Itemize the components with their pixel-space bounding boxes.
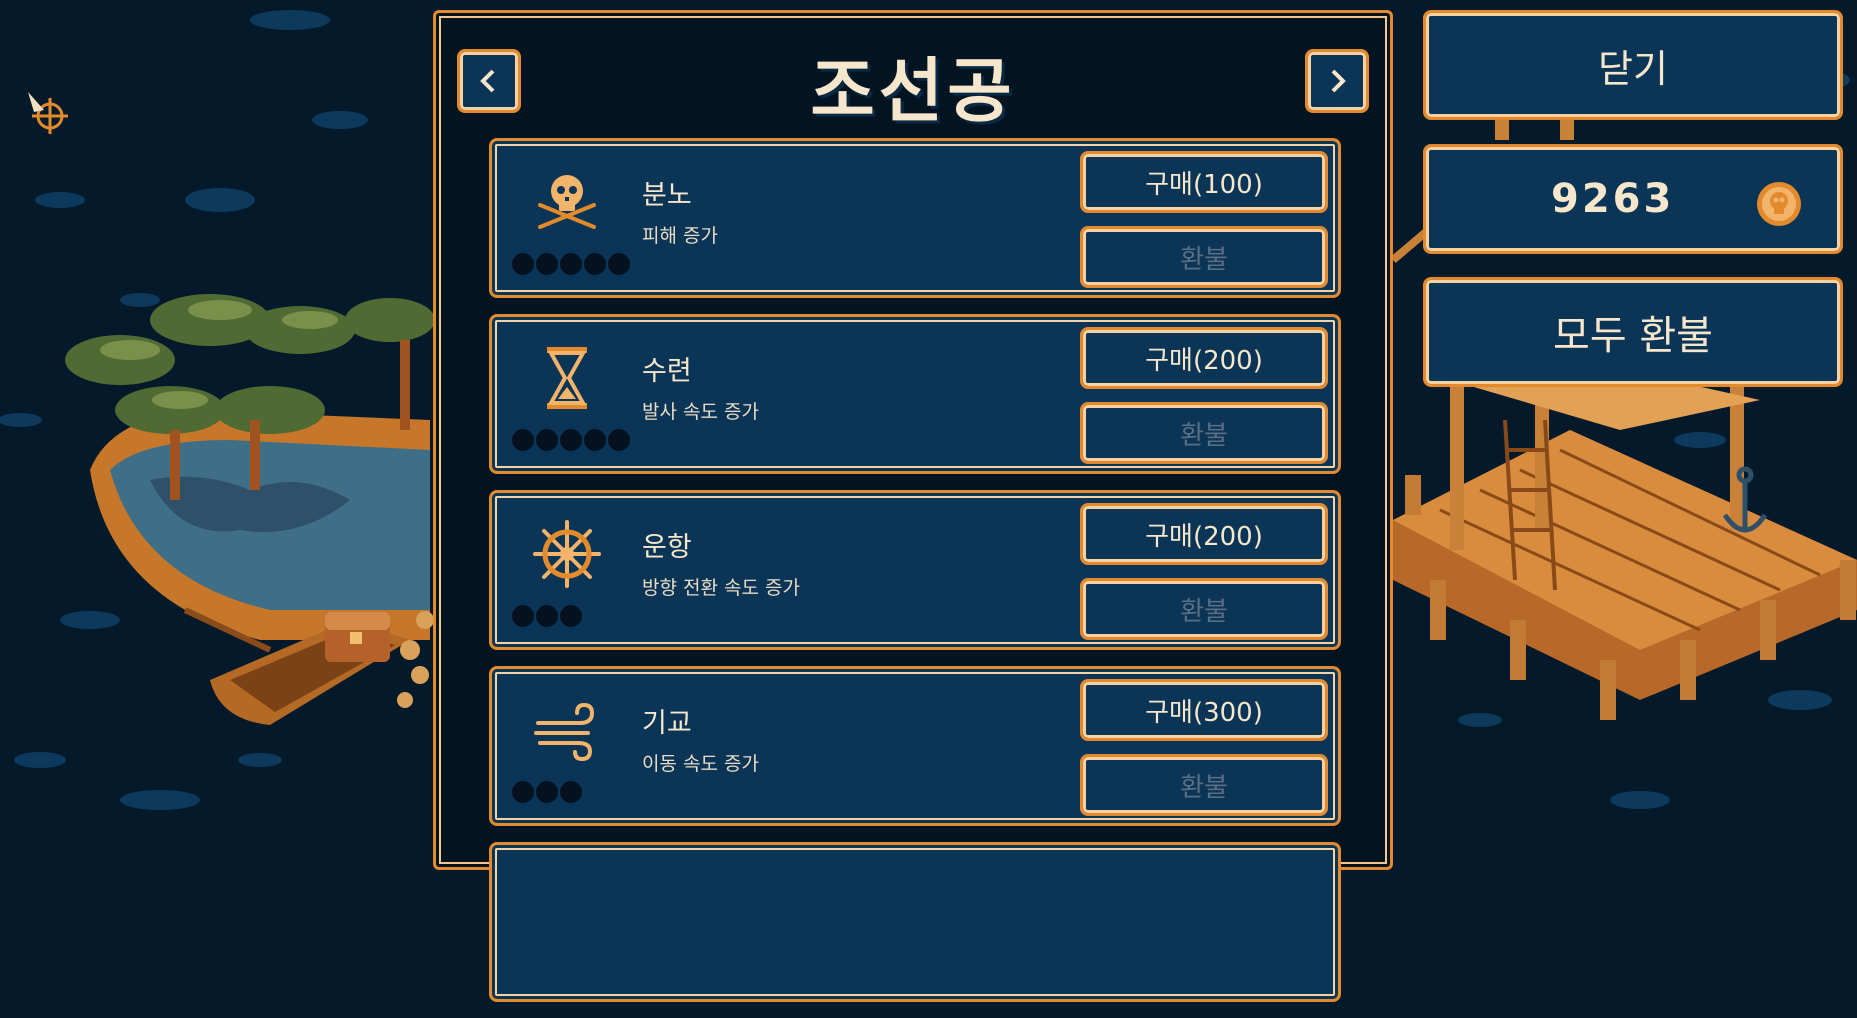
level-pips <box>512 781 582 803</box>
upgrade-card-finesse: 기교 이동 속도 증가 구매(300) 환불 <box>489 666 1341 826</box>
buy-button[interactable]: 구매(100) <box>1080 151 1328 213</box>
level-pip <box>560 429 582 451</box>
upgrade-name: 기교 <box>642 708 692 739</box>
level-pip <box>560 605 582 627</box>
upgrade-name: 분노 <box>642 180 692 211</box>
upgrade-name: 수련 <box>642 356 692 387</box>
wind-icon <box>534 702 595 762</box>
refund-button[interactable]: 환불 <box>1080 578 1328 640</box>
upgrade-description: 이동 속도 증가 <box>642 753 759 775</box>
level-pip <box>536 781 558 803</box>
level-pip <box>536 605 558 627</box>
upgrade-description: 발사 속도 증가 <box>642 401 759 423</box>
level-pip <box>536 253 558 275</box>
level-pips <box>512 605 582 627</box>
upgrade-panel: 조선공 분노 피해 증가 구매(100) 환불 수련 발사 속도 증가 구매(2… <box>433 10 1393 1002</box>
next-page-button[interactable] <box>1305 49 1369 113</box>
hourglass-icon <box>547 347 587 409</box>
level-pip <box>584 253 606 275</box>
skull-crossbones-icon <box>538 175 596 229</box>
level-pip <box>584 429 606 451</box>
level-pip <box>608 429 630 451</box>
upgrade-description: 피해 증가 <box>642 225 718 247</box>
level-pip <box>560 253 582 275</box>
upgrade-card-navigation: 운항 방향 전환 속도 증가 구매(200) 환불 <box>489 490 1341 650</box>
skull-coin-icon <box>1757 182 1801 226</box>
close-button[interactable]: 닫기 <box>1423 10 1843 120</box>
buy-button[interactable]: 구매(300) <box>1080 679 1328 741</box>
coin-balance: 9263 <box>1423 144 1843 254</box>
buy-button[interactable]: 구매(200) <box>1080 503 1328 565</box>
refund-button[interactable]: 환불 <box>1080 754 1328 816</box>
ship-wheel-icon <box>533 520 601 588</box>
upgrade-name: 운항 <box>642 532 692 563</box>
refund-all-button[interactable]: 모두 환불 <box>1423 277 1843 387</box>
upgrade-card-next <box>489 842 1341 1002</box>
level-pip <box>560 781 582 803</box>
refund-button[interactable]: 환불 <box>1080 402 1328 464</box>
upgrade-description: 방향 전환 속도 증가 <box>642 577 800 599</box>
coin-count: 9263 <box>1551 176 1675 222</box>
buy-button[interactable]: 구매(200) <box>1080 327 1328 389</box>
level-pip <box>536 429 558 451</box>
upgrade-card-rage: 분노 피해 증가 구매(100) 환불 <box>489 138 1341 298</box>
level-pip <box>512 253 534 275</box>
panel-title: 조선공 <box>810 50 1016 132</box>
level-pip <box>512 605 534 627</box>
refund-button[interactable]: 환불 <box>1080 226 1328 288</box>
chevron-right-icon <box>1331 69 1346 93</box>
upgrade-card-training: 수련 발사 속도 증가 구매(200) 환불 <box>489 314 1341 474</box>
level-pip <box>512 429 534 451</box>
level-pip <box>608 253 630 275</box>
level-pips <box>512 429 630 451</box>
level-pip <box>512 781 534 803</box>
upgrade-list: 분노 피해 증가 구매(100) 환불 수련 발사 속도 증가 구매(200) … <box>489 138 1341 1018</box>
level-pips <box>512 253 630 275</box>
